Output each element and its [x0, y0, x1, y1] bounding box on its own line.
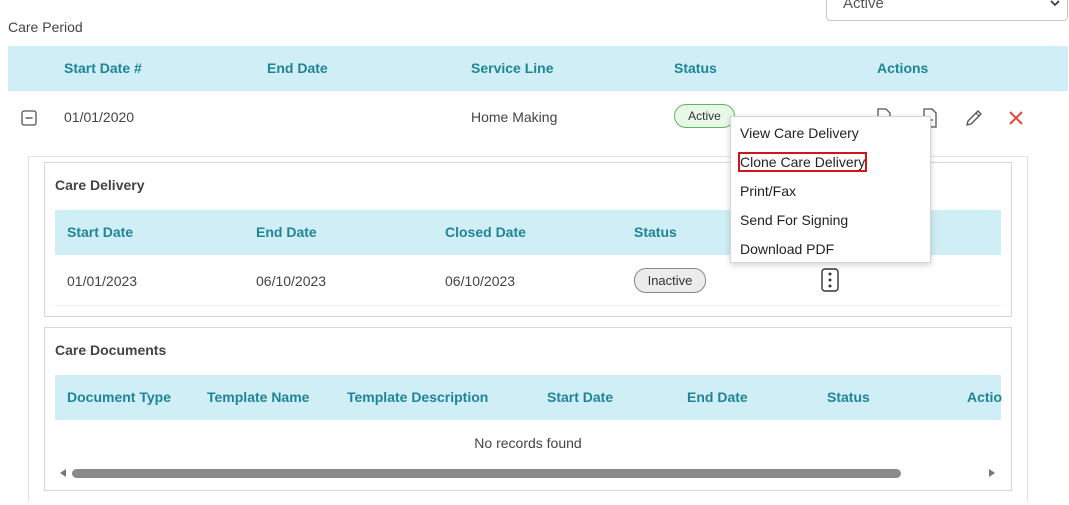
scroll-left-arrow-icon[interactable]: [58, 467, 68, 479]
scroll-right-arrow-icon[interactable]: [987, 467, 997, 479]
cd-end-date: 06/10/2023: [256, 273, 327, 289]
kebab-menu-icon[interactable]: [820, 268, 839, 292]
doc-col-end-date[interactable]: End Date: [687, 389, 748, 405]
cd-closed-date: 06/10/2023: [445, 273, 516, 289]
actions-menu: View Care Delivery Clone Care Delivery P…: [730, 116, 931, 263]
care-delivery-title: Care Delivery: [55, 177, 145, 193]
horizontal-scrollbar-thumb[interactable]: [72, 469, 901, 478]
menu-item-view-care-delivery[interactable]: View Care Delivery: [740, 125, 859, 141]
doc-col-status[interactable]: Status: [827, 389, 870, 405]
cd-col-end-date[interactable]: End Date: [256, 224, 317, 240]
doc-col-template-description[interactable]: Template Description: [347, 389, 488, 405]
care-period-service-line: Home Making: [471, 109, 558, 125]
cd-col-closed-date[interactable]: Closed Date: [445, 224, 526, 240]
menu-item-download-pdf[interactable]: Download PDF: [740, 241, 834, 257]
cd-row-divider: [55, 305, 1001, 306]
doc-col-start-date[interactable]: Start Date: [547, 389, 613, 405]
doc-col-actions: Actio: [967, 389, 1002, 405]
cd-col-status[interactable]: Status: [634, 224, 677, 240]
edit-pencil-icon[interactable]: [963, 107, 985, 129]
collapse-icon[interactable]: [21, 110, 37, 126]
cd-start-date: 01/01/2023: [67, 273, 138, 289]
col-start-date[interactable]: Start Date #: [64, 60, 142, 76]
care-documents-title: Care Documents: [55, 342, 167, 358]
menu-item-send-for-signing[interactable]: Send For Signing: [740, 212, 848, 228]
doc-col-document-type[interactable]: Document Type: [67, 389, 171, 405]
menu-item-print-fax[interactable]: Print/Fax: [740, 183, 796, 199]
chevron-down-icon: [1049, 0, 1061, 32]
status-badge: Active: [674, 104, 735, 128]
no-records-message: No records found: [474, 435, 582, 451]
col-service-line[interactable]: Service Line: [471, 60, 554, 76]
status-filter-select[interactable]: Active: [826, 0, 1068, 21]
care-period-start-date: 01/01/2020: [64, 109, 135, 125]
menu-item-clone-care-delivery[interactable]: Clone Care Delivery: [737, 152, 868, 172]
doc-col-template-name[interactable]: Template Name: [207, 389, 309, 405]
cd-status-badge: Inactive: [634, 268, 706, 293]
col-actions: Actions: [877, 60, 929, 76]
status-filter-value: Active: [843, 0, 884, 12]
col-end-date[interactable]: End Date: [267, 60, 328, 76]
delete-x-icon[interactable]: [1006, 108, 1026, 128]
cd-col-start-date[interactable]: Start Date: [67, 224, 133, 240]
care-period-title: Care Period: [8, 19, 83, 35]
col-status[interactable]: Status: [674, 60, 717, 76]
